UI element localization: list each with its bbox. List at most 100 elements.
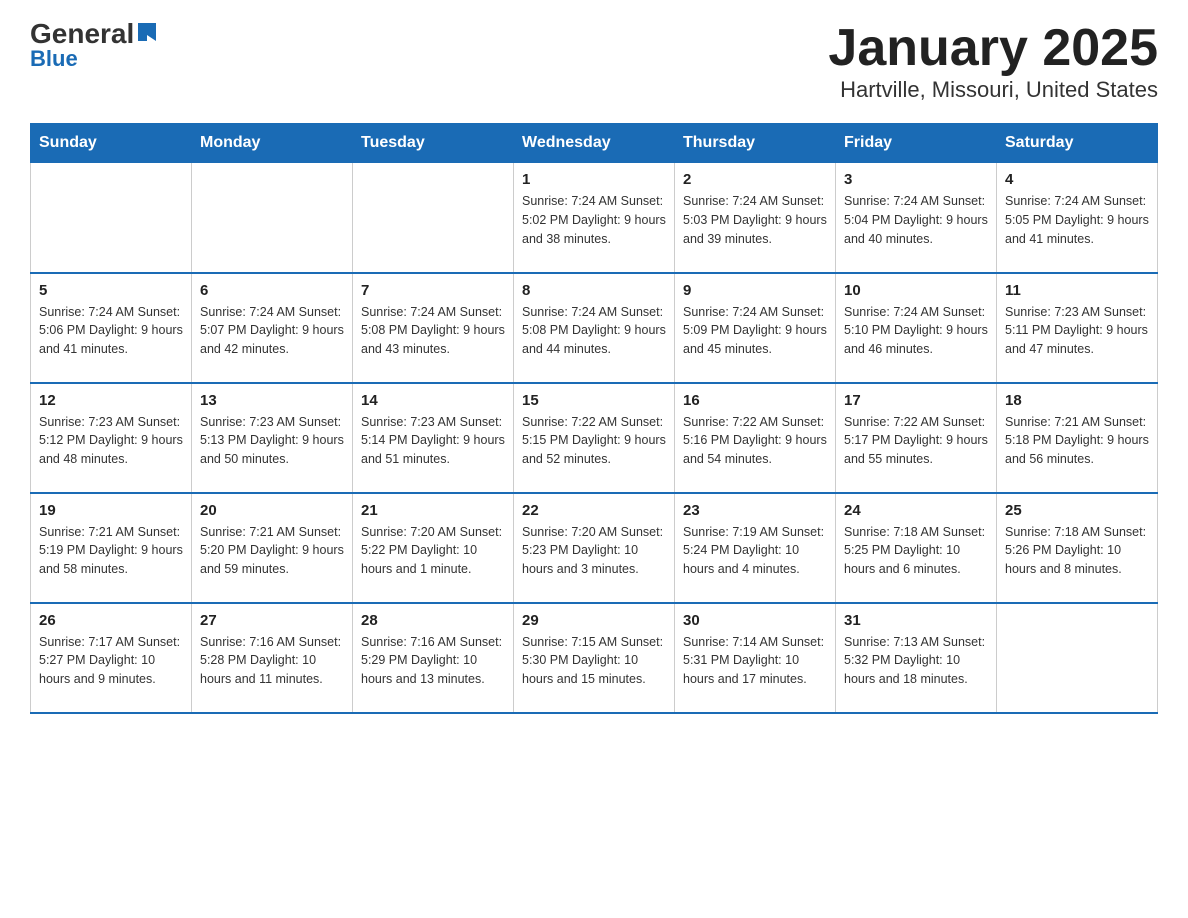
table-row: 19 Sunrise: 7:21 AM Sunset: 5:19 PM Dayli… (31, 493, 192, 603)
day-info: Sunrise: 7:21 AM Sunset: 5:20 PM Dayligh… (200, 523, 344, 579)
table-row: 7Sunrise: 7:24 AM Sunset: 5:08 PM Daylig… (353, 273, 514, 383)
day-number: 14 (361, 392, 505, 409)
calendar-week-row: 1 Sunrise: 7:24 AM Sunset: 5:02 PM Daylig… (31, 163, 1158, 273)
day-number: 6 (200, 282, 344, 299)
day-number: 19 (39, 502, 183, 519)
calendar-week-row: 12 Sunrise: 7:23 AM Sunset: 5:12 PM Dayli… (31, 383, 1158, 493)
table-row: 26 Sunrise: 7:17 AM Sunset: 5:27 PM Dayli… (31, 603, 192, 713)
table-row: 6 Sunrise: 7:24 AM Sunset: 5:07 PM Daylig… (192, 273, 353, 383)
day-info: Sunrise: 7:24 AM Sunset: 5:02 PM Dayligh… (522, 192, 666, 248)
header-saturday: Saturday (997, 124, 1158, 163)
table-row (997, 603, 1158, 713)
table-row: 27Sunrise: 7:16 AM Sunset: 5:28 PM Dayli… (192, 603, 353, 713)
day-number: 24 (844, 502, 988, 519)
header-monday: Monday (192, 124, 353, 163)
day-number: 20 (200, 502, 344, 519)
day-number: 16 (683, 392, 827, 409)
day-number: 8 (522, 282, 666, 299)
day-number: 23 (683, 502, 827, 519)
table-row: 2 Sunrise: 7:24 AM Sunset: 5:03 PM Daylig… (675, 163, 836, 273)
header-wednesday: Wednesday (514, 124, 675, 163)
table-row: 4 Sunrise: 7:24 AM Sunset: 5:05 PM Daylig… (997, 163, 1158, 273)
day-number: 26 (39, 612, 183, 629)
day-info: Sunrise: 7:16 AM Sunset: 5:28 PM Dayligh… (200, 633, 344, 689)
day-number: 28 (361, 612, 505, 629)
day-number: 13 (200, 392, 344, 409)
day-info: Sunrise: 7:22 AM Sunset: 5:16 PM Dayligh… (683, 413, 827, 469)
table-row: 9 Sunrise: 7:24 AM Sunset: 5:09 PM Daylig… (675, 273, 836, 383)
logo-blue: Blue (30, 46, 78, 72)
logo: General Blue (30, 20, 158, 72)
day-info: Sunrise: 7:23 AM Sunset: 5:14 PM Dayligh… (361, 413, 505, 469)
day-info: Sunrise: 7:14 AM Sunset: 5:31 PM Dayligh… (683, 633, 827, 689)
table-row: 28Sunrise: 7:16 AM Sunset: 5:29 PM Dayli… (353, 603, 514, 713)
table-row: 29Sunrise: 7:15 AM Sunset: 5:30 PM Dayli… (514, 603, 675, 713)
day-number: 9 (683, 282, 827, 299)
day-info: Sunrise: 7:24 AM Sunset: 5:05 PM Dayligh… (1005, 192, 1149, 248)
day-info: Sunrise: 7:24 AM Sunset: 5:07 PM Dayligh… (200, 303, 344, 359)
day-info: Sunrise: 7:24 AM Sunset: 5:06 PM Dayligh… (39, 303, 183, 359)
table-row: 20 Sunrise: 7:21 AM Sunset: 5:20 PM Dayli… (192, 493, 353, 603)
table-row: 15 Sunrise: 7:22 AM Sunset: 5:15 PM Dayli… (514, 383, 675, 493)
table-row: 1 Sunrise: 7:24 AM Sunset: 5:02 PM Daylig… (514, 163, 675, 273)
day-info: Sunrise: 7:23 AM Sunset: 5:12 PM Dayligh… (39, 413, 183, 469)
table-row: 14 Sunrise: 7:23 AM Sunset: 5:14 PM Dayli… (353, 383, 514, 493)
day-number: 7 (361, 282, 505, 299)
day-info: Sunrise: 7:17 AM Sunset: 5:27 PM Dayligh… (39, 633, 183, 689)
table-row: 8 Sunrise: 7:24 AM Sunset: 5:08 PM Daylig… (514, 273, 675, 383)
table-row: 21 Sunrise: 7:20 AM Sunset: 5:22 PM Dayli… (353, 493, 514, 603)
table-row: 10 Sunrise: 7:24 AM Sunset: 5:10 PM Dayli… (836, 273, 997, 383)
day-number: 31 (844, 612, 988, 629)
day-number: 1 (522, 171, 666, 188)
day-number: 22 (522, 502, 666, 519)
calendar-week-row: 19 Sunrise: 7:21 AM Sunset: 5:19 PM Dayli… (31, 493, 1158, 603)
calendar-table: Sunday Monday Tuesday Wednesday Thursday… (30, 123, 1158, 714)
day-number: 12 (39, 392, 183, 409)
header-tuesday: Tuesday (353, 124, 514, 163)
table-row: 12 Sunrise: 7:23 AM Sunset: 5:12 PM Dayli… (31, 383, 192, 493)
day-info: Sunrise: 7:21 AM Sunset: 5:19 PM Dayligh… (39, 523, 183, 579)
logo-flag-icon (136, 21, 158, 43)
table-row: 13Sunrise: 7:23 AM Sunset: 5:13 PM Dayli… (192, 383, 353, 493)
day-info: Sunrise: 7:22 AM Sunset: 5:15 PM Dayligh… (522, 413, 666, 469)
title-block: January 2025 Hartville, Missouri, United… (828, 20, 1158, 103)
day-info: Sunrise: 7:24 AM Sunset: 5:03 PM Dayligh… (683, 192, 827, 248)
day-info: Sunrise: 7:18 AM Sunset: 5:26 PM Dayligh… (1005, 523, 1149, 579)
day-info: Sunrise: 7:24 AM Sunset: 5:04 PM Dayligh… (844, 192, 988, 248)
day-info: Sunrise: 7:24 AM Sunset: 5:09 PM Dayligh… (683, 303, 827, 359)
day-info: Sunrise: 7:21 AM Sunset: 5:18 PM Dayligh… (1005, 413, 1149, 469)
day-number: 30 (683, 612, 827, 629)
table-row: 31Sunrise: 7:13 AM Sunset: 5:32 PM Dayli… (836, 603, 997, 713)
day-number: 18 (1005, 392, 1149, 409)
table-row: 23Sunrise: 7:19 AM Sunset: 5:24 PM Dayli… (675, 493, 836, 603)
page-title: January 2025 (828, 20, 1158, 77)
table-row: 18 Sunrise: 7:21 AM Sunset: 5:18 PM Dayli… (997, 383, 1158, 493)
header-friday: Friday (836, 124, 997, 163)
header-sunday: Sunday (31, 124, 192, 163)
header: General Blue January 2025 Hartville, Mis… (30, 20, 1158, 103)
table-row: 3Sunrise: 7:24 AM Sunset: 5:04 PM Daylig… (836, 163, 997, 273)
day-number: 2 (683, 171, 827, 188)
table-row: 11Sunrise: 7:23 AM Sunset: 5:11 PM Dayli… (997, 273, 1158, 383)
table-row: 16 Sunrise: 7:22 AM Sunset: 5:16 PM Dayli… (675, 383, 836, 493)
day-info: Sunrise: 7:24 AM Sunset: 5:10 PM Dayligh… (844, 303, 988, 359)
table-row: 22 Sunrise: 7:20 AM Sunset: 5:23 PM Dayli… (514, 493, 675, 603)
table-row (192, 163, 353, 273)
logo-general: General (30, 20, 134, 48)
day-info: Sunrise: 7:24 AM Sunset: 5:08 PM Dayligh… (522, 303, 666, 359)
day-info: Sunrise: 7:20 AM Sunset: 5:23 PM Dayligh… (522, 523, 666, 579)
table-row: 25Sunrise: 7:18 AM Sunset: 5:26 PM Dayli… (997, 493, 1158, 603)
day-number: 29 (522, 612, 666, 629)
day-number: 21 (361, 502, 505, 519)
day-number: 4 (1005, 171, 1149, 188)
day-number: 11 (1005, 282, 1149, 299)
day-info: Sunrise: 7:20 AM Sunset: 5:22 PM Dayligh… (361, 523, 505, 579)
calendar-week-row: 26 Sunrise: 7:17 AM Sunset: 5:27 PM Dayli… (31, 603, 1158, 713)
day-number: 17 (844, 392, 988, 409)
day-number: 10 (844, 282, 988, 299)
day-number: 15 (522, 392, 666, 409)
page-subtitle: Hartville, Missouri, United States (828, 77, 1158, 103)
table-row (353, 163, 514, 273)
table-row: 30 Sunrise: 7:14 AM Sunset: 5:31 PM Dayli… (675, 603, 836, 713)
table-row (31, 163, 192, 273)
